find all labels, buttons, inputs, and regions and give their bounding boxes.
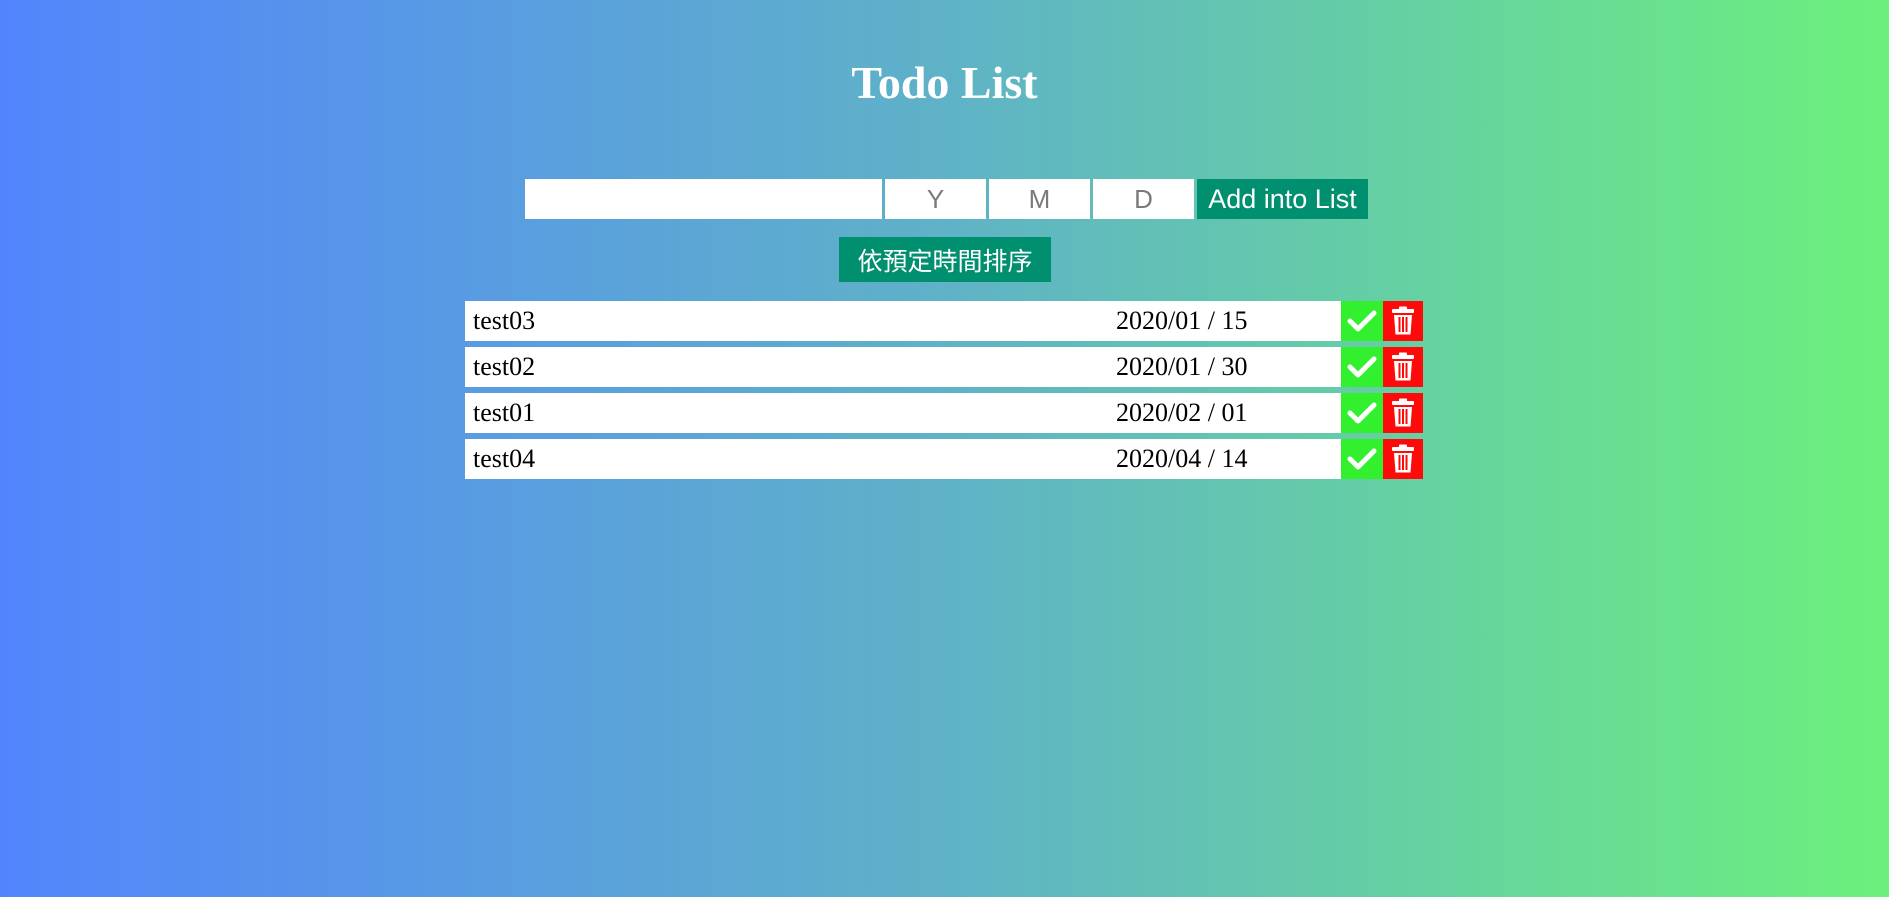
todo-item-content: test02 2020/01 / 30: [465, 347, 1341, 387]
todo-item: test01 2020/02 / 01: [465, 393, 1423, 433]
check-icon: [1347, 402, 1377, 424]
delete-button[interactable]: [1383, 301, 1423, 341]
delete-button[interactable]: [1383, 393, 1423, 433]
delete-button[interactable]: [1383, 347, 1423, 387]
check-icon: [1347, 310, 1377, 332]
done-button[interactable]: [1341, 301, 1383, 341]
page-title: Todo List: [851, 57, 1038, 108]
todo-item-name: test04: [473, 444, 536, 473]
todo-item-date: 2020/02 / 01: [1116, 398, 1248, 427]
todo-item-date: 2020/04 / 14: [1116, 444, 1248, 473]
delete-button[interactable]: [1383, 439, 1423, 479]
todo-item-content: test04 2020/04 / 14: [465, 439, 1341, 479]
check-icon: [1347, 448, 1377, 470]
todo-item-date: 2020/01 / 15: [1116, 306, 1248, 335]
add-into-list-button[interactable]: Add into List: [1197, 179, 1368, 219]
trash-icon: [1392, 352, 1414, 381]
done-button[interactable]: [1341, 393, 1383, 433]
todo-item-date: 2020/01 / 30: [1116, 352, 1248, 381]
todo-item-name: test02: [473, 352, 536, 381]
todo-item: test02 2020/01 / 30: [465, 347, 1423, 387]
todo-item-content: test01 2020/02 / 01: [465, 393, 1341, 433]
add-todo-form: Add into List: [525, 179, 1368, 219]
todo-item-name: test03: [473, 306, 536, 335]
todo-list: test03 2020/01 / 15 test02 2020/01 / 30 …: [465, 301, 1423, 485]
trash-icon: [1392, 444, 1414, 473]
done-button[interactable]: [1341, 347, 1383, 387]
day-input[interactable]: [1093, 179, 1194, 219]
month-input[interactable]: [989, 179, 1090, 219]
done-button[interactable]: [1341, 439, 1383, 479]
trash-icon: [1392, 306, 1414, 335]
todo-text-input[interactable]: [525, 179, 882, 219]
todo-item: test03 2020/01 / 15: [465, 301, 1423, 341]
trash-icon: [1392, 398, 1414, 427]
todo-item-name: test01: [473, 398, 536, 427]
todo-item-content: test03 2020/01 / 15: [465, 301, 1341, 341]
todo-item: test04 2020/04 / 14: [465, 439, 1423, 479]
year-input[interactable]: [885, 179, 986, 219]
check-icon: [1347, 356, 1377, 378]
sort-by-date-button[interactable]: 依預定時間排序: [839, 237, 1051, 282]
